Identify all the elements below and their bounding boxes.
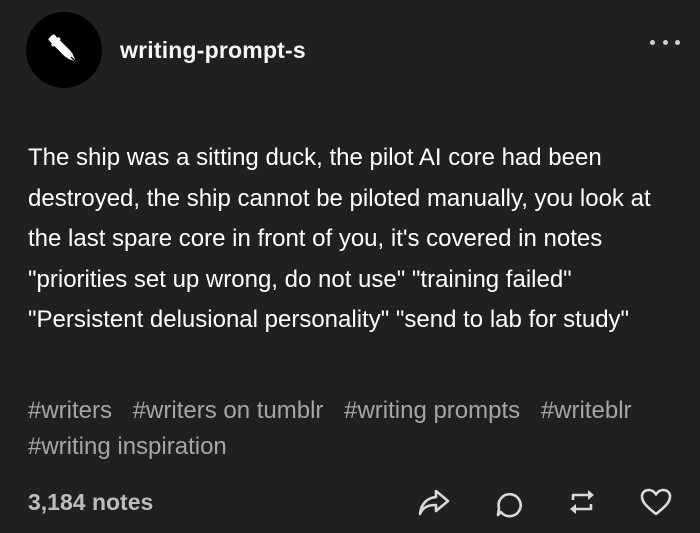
tag-writing-prompts[interactable]: #writing prompts <box>344 393 520 429</box>
post-footer: 3,184 notes <box>28 480 674 524</box>
reblog-button[interactable] <box>564 484 600 520</box>
blog-avatar[interactable] <box>26 12 102 88</box>
post-body: The ship was a sitting duck, the pilot A… <box>28 144 651 333</box>
post-tags: #writers #writers on tumblr #writing pro… <box>28 393 678 465</box>
pen-icon <box>41 27 87 73</box>
post-actions <box>378 484 674 520</box>
post-header: writing-prompt-s <box>26 12 306 88</box>
reply-button[interactable] <box>490 484 526 520</box>
more-dot <box>662 39 668 45</box>
reblog-icon <box>566 486 598 518</box>
share-button[interactable] <box>416 484 452 520</box>
like-button[interactable] <box>638 484 674 520</box>
tag-writers-on-tumblr[interactable]: #writers on tumblr <box>133 393 324 429</box>
blog-name[interactable]: writing-prompt-s <box>120 37 306 64</box>
reply-icon <box>492 486 524 518</box>
tag-writers[interactable]: #writers <box>28 393 112 429</box>
tag-writing-inspiration[interactable]: #writing inspiration <box>28 429 227 465</box>
more-dot <box>650 39 655 45</box>
tag-writeblr[interactable]: #writeblr <box>541 393 632 429</box>
more-dot <box>675 39 680 45</box>
notes-count[interactable]: 3,184 notes <box>28 489 153 516</box>
more-options-button[interactable] <box>650 34 680 50</box>
heart-icon <box>640 487 672 517</box>
post-card: writing-prompt-s The ship was a sitting … <box>0 0 700 533</box>
share-icon <box>417 487 451 517</box>
